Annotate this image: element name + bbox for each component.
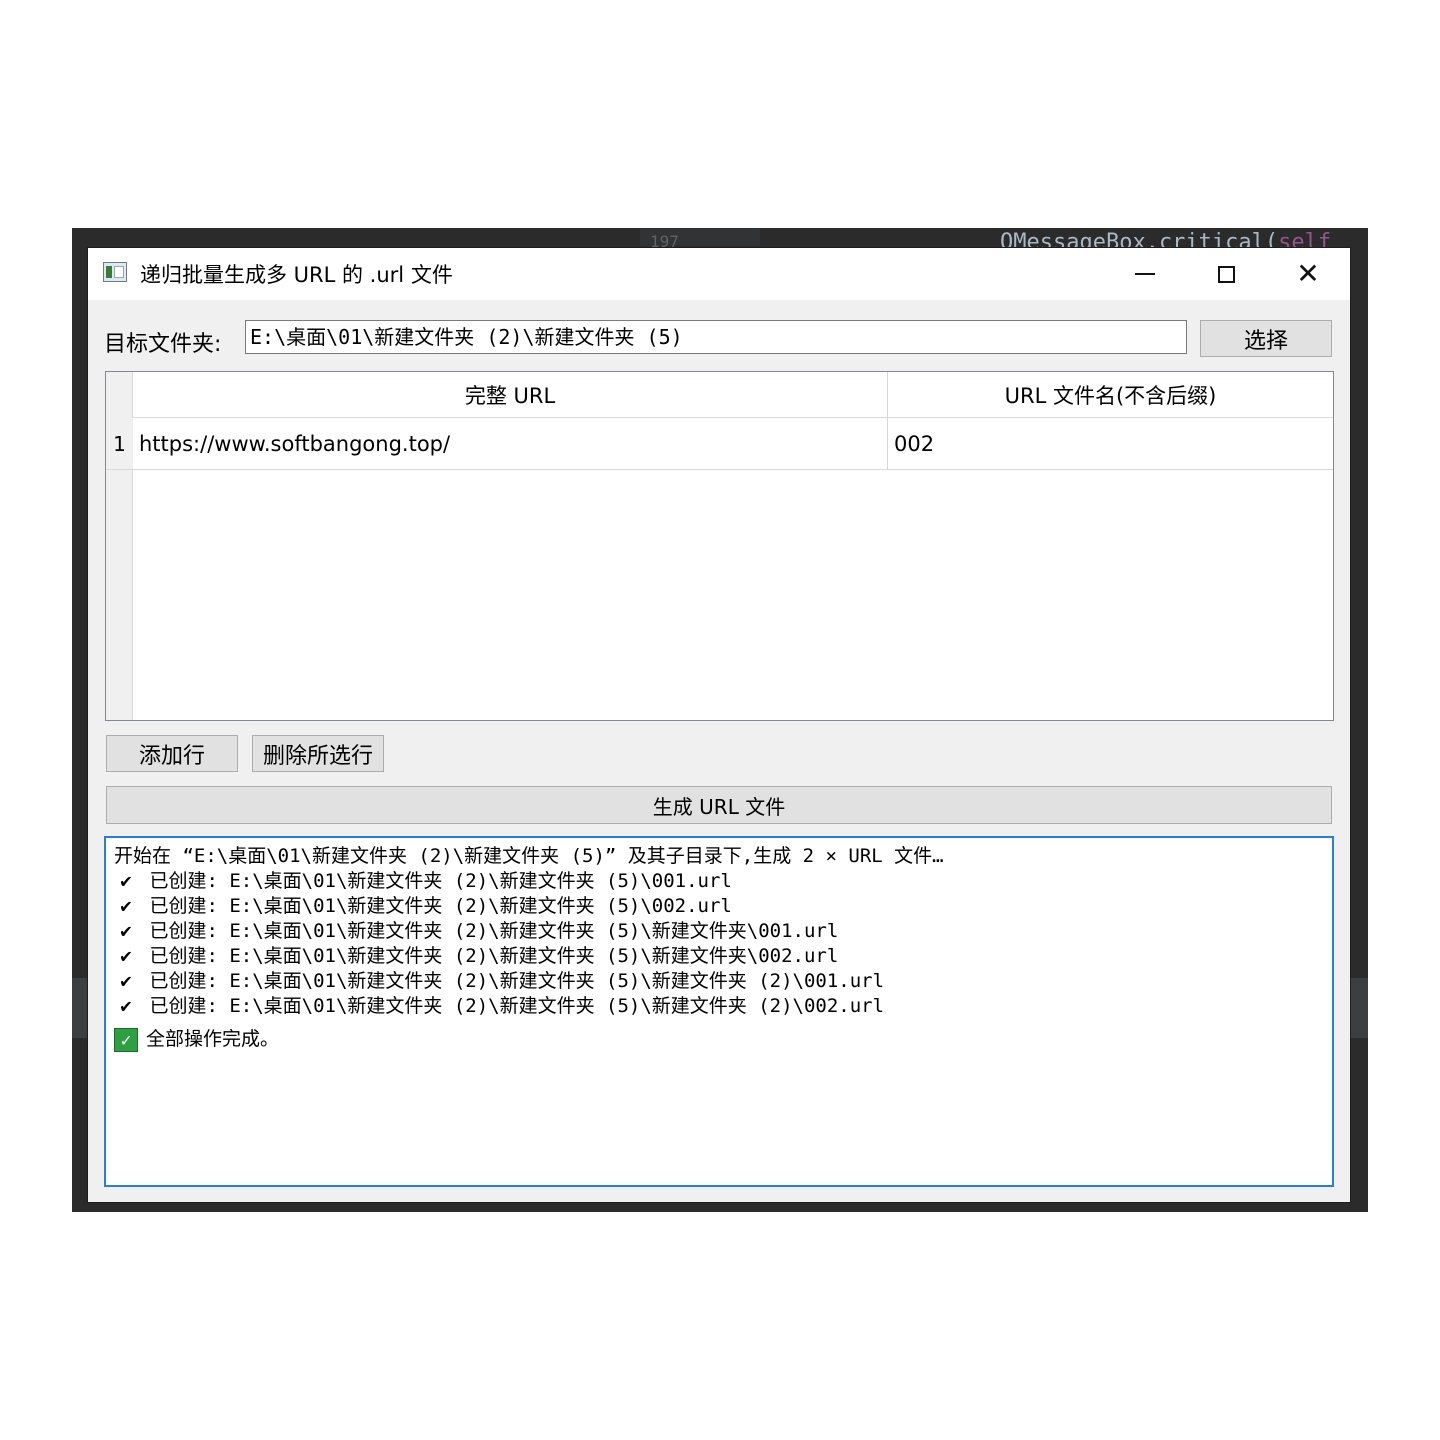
log-line-created: ✔ 已创建: E:\桌面\01\新建文件夹 (2)\新建文件夹 (5)\001.…: [114, 869, 1324, 894]
minimize-button[interactable]: [1104, 248, 1186, 300]
log-line-created: ✔ 已创建: E:\桌面\01\新建文件夹 (2)\新建文件夹 (5)\新建文件…: [114, 969, 1324, 994]
check-icon: ✔: [120, 870, 132, 892]
log-line-created: ✔ 已创建: E:\桌面\01\新建文件夹 (2)\新建文件夹 (5)\002.…: [114, 894, 1324, 919]
check-icon: ✔: [120, 895, 132, 917]
checkbox-done-icon: ✓: [114, 1027, 138, 1052]
filename-cell[interactable]: 002: [888, 418, 1333, 469]
row-number[interactable]: 1: [106, 418, 133, 469]
url-cell[interactable]: https://www.softbangong.top/: [133, 418, 888, 469]
check-icon: ✔: [120, 970, 132, 992]
check-icon: ✔: [120, 920, 132, 942]
title-bar[interactable]: 递归批量生成多 URL 的 .url 文件 ✕: [88, 248, 1350, 300]
target-folder-input[interactable]: E:\桌面\01\新建文件夹 (2)\新建文件夹 (5): [245, 320, 1187, 354]
generate-url-files-button[interactable]: 生成 URL 文件: [106, 786, 1332, 824]
log-line-start: 开始在 “E:\桌面\01\新建文件夹 (2)\新建文件夹 (5)” 及其子目录…: [114, 845, 944, 867]
window-title: 递归批量生成多 URL 的 .url 文件: [140, 263, 453, 287]
delete-selected-button[interactable]: 删除所选行: [252, 735, 384, 772]
target-folder-label: 目标文件夹:: [104, 332, 222, 357]
close-button[interactable]: ✕: [1267, 248, 1349, 300]
table-row[interactable]: 1 https://www.softbangong.top/ 002: [106, 418, 1333, 470]
log-line-created: ✔ 已创建: E:\桌面\01\新建文件夹 (2)\新建文件夹 (5)\新建文件…: [114, 919, 1324, 944]
url-table: 完整 URL URL 文件名(不含后缀) 1 https://www.softb…: [105, 371, 1334, 721]
column-header-url[interactable]: 完整 URL: [133, 372, 888, 418]
app-window: 递归批量生成多 URL 的 .url 文件 ✕ 目标文件夹: E:\桌面\01\…: [88, 248, 1350, 1202]
check-icon: ✔: [120, 945, 132, 967]
log-line-created: ✔ 已创建: E:\桌面\01\新建文件夹 (2)\新建文件夹 (5)\新建文件…: [114, 944, 1324, 969]
log-output[interactable]: 开始在 “E:\桌面\01\新建文件夹 (2)\新建文件夹 (5)” 及其子目录…: [104, 836, 1334, 1187]
select-folder-button[interactable]: 选择: [1200, 320, 1332, 357]
check-icon: ✔: [120, 995, 132, 1017]
minimize-icon: [1135, 273, 1155, 275]
log-line-created: ✔ 已创建: E:\桌面\01\新建文件夹 (2)\新建文件夹 (5)\新建文件…: [114, 994, 1324, 1019]
log-line-done: ✓ 全部操作完成。: [114, 1023, 1324, 1055]
maximize-button[interactable]: [1185, 248, 1267, 300]
app-icon: [103, 262, 127, 282]
close-icon: ✕: [1296, 257, 1320, 290]
add-row-button[interactable]: 添加行: [106, 735, 238, 772]
maximize-icon: [1217, 265, 1235, 283]
column-header-filename[interactable]: URL 文件名(不含后缀): [888, 372, 1333, 418]
